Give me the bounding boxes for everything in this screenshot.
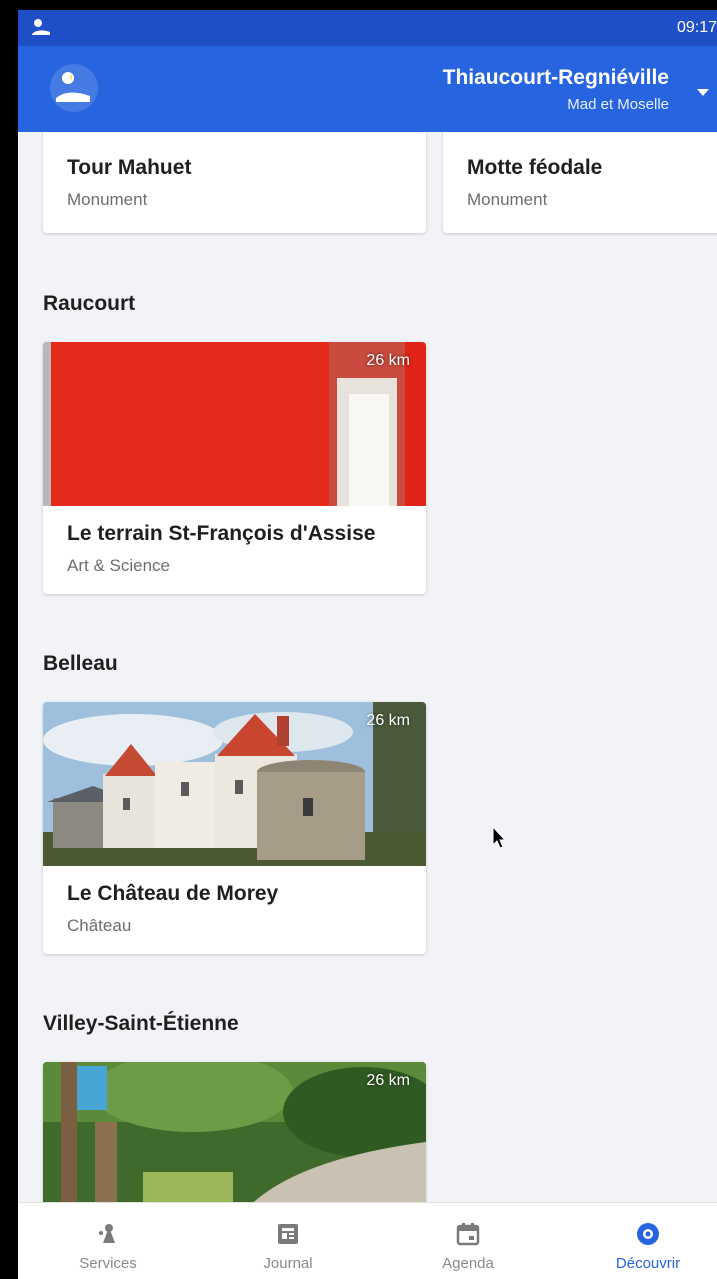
nav-item-journal[interactable]: Journal [223, 1203, 353, 1279]
discover-list[interactable]: Tour Mahuet Monument Motte féodale Monum… [18, 132, 717, 1202]
distance-badge: 26 km [366, 712, 410, 729]
place-category: Monument [67, 190, 148, 209]
place-image: 26 km [43, 702, 426, 866]
nav-label: Journal [263, 1255, 313, 1272]
app-bar: Thiaucourt-Regniéville Mad et Moselle [18, 46, 717, 132]
app-logo-icon[interactable] [50, 64, 98, 112]
services-icon [99, 1224, 115, 1243]
nav-item-agenda[interactable]: Agenda [403, 1203, 533, 1279]
mouse-cursor-icon [492, 826, 506, 849]
place-title: Tour Mahuet [67, 156, 192, 179]
journal-icon [278, 1224, 298, 1244]
status-bar: 09:17 [18, 10, 717, 46]
place-title: Le terrain St-François d'Assise [67, 522, 376, 545]
nav-label: Services [79, 1255, 137, 1272]
bottom-navigation: Services Journal Agenda Découvrir [18, 1202, 717, 1279]
section-title: Villey-Saint-Étienne [43, 1012, 239, 1035]
place-title: Motte féodale [467, 156, 603, 179]
section-title: Raucourt [43, 292, 136, 315]
status-time: 09:17 [676, 19, 717, 36]
place-title: Le Château de Morey [67, 882, 279, 905]
place-card[interactable]: 26 km Le terrain St-François d'Assise Ar… [43, 342, 426, 594]
place-card[interactable]: Tour Mahuet Monument [43, 132, 426, 233]
compass-icon [637, 1223, 659, 1245]
nav-label: Agenda [442, 1255, 494, 1272]
place-image: 26 km [43, 1062, 426, 1202]
location-subtitle: Mad et Moselle [567, 96, 669, 113]
location-title[interactable]: Thiaucourt-Regniéville [443, 66, 669, 90]
app-screen: 09:17 Thiaucourt-Regniéville Mad et Mose… [18, 10, 717, 1279]
place-category: Château [67, 916, 132, 935]
place-category: Art & Science [67, 556, 170, 575]
nav-item-decouvrir[interactable]: Découvrir [583, 1203, 713, 1279]
place-card[interactable]: Motte féodale Monument [443, 132, 717, 233]
section-title: Belleau [43, 652, 118, 675]
nav-label: Découvrir [615, 1255, 681, 1272]
place-category: Monument [467, 190, 548, 209]
app-notification-icon [32, 19, 50, 35]
place-card[interactable]: 26 km [43, 1062, 426, 1202]
distance-badge: 26 km [366, 1072, 410, 1089]
place-card[interactable]: 26 km Le Château de Morey Château [43, 702, 426, 954]
nav-item-services[interactable]: Services [43, 1203, 173, 1279]
chevron-down-icon[interactable] [695, 86, 711, 98]
calendar-icon [456, 1223, 480, 1246]
place-image: 26 km [43, 342, 426, 506]
distance-badge: 26 km [366, 352, 410, 369]
